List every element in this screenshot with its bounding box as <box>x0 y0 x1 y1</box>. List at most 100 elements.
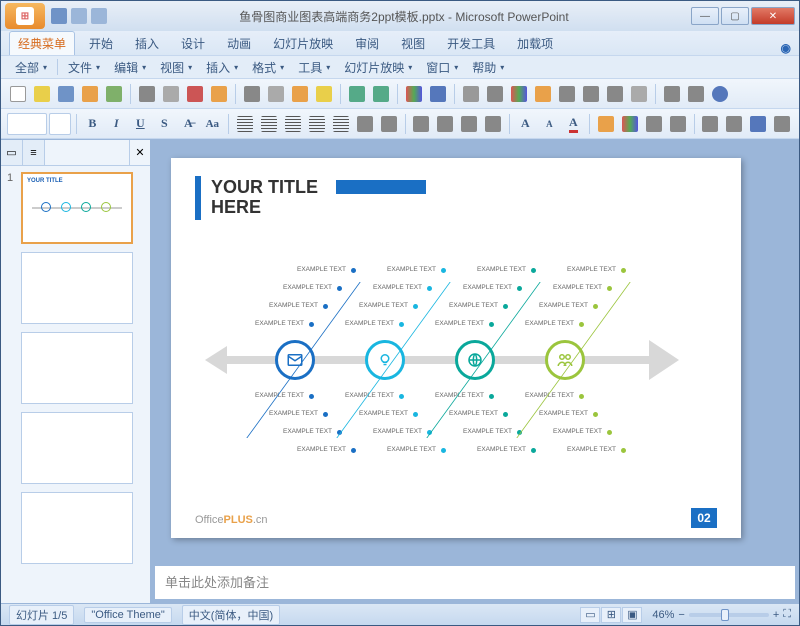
chart-button[interactable] <box>403 83 425 105</box>
qat-redo-icon[interactable] <box>91 8 107 24</box>
show-button[interactable] <box>580 83 602 105</box>
italic-button[interactable]: I <box>105 113 127 135</box>
quickstyle-button[interactable] <box>667 113 689 135</box>
thumbnail-item[interactable] <box>7 252 144 324</box>
undo-button[interactable] <box>346 83 368 105</box>
bold-button[interactable]: B <box>81 113 103 135</box>
underline-button[interactable]: U <box>129 113 151 135</box>
help-button[interactable] <box>709 83 731 105</box>
select-button[interactable] <box>747 113 769 135</box>
menu-slideshow[interactable]: 幻灯片放映 <box>338 57 418 78</box>
menu-file[interactable]: 文件 <box>62 57 106 78</box>
maximize-button[interactable]: ▢ <box>721 7 749 25</box>
minimize-button[interactable]: — <box>691 7 719 25</box>
font-combo[interactable] <box>7 113 47 135</box>
new-slide-button[interactable] <box>532 83 554 105</box>
align-left-button[interactable] <box>234 113 256 135</box>
tab-developer[interactable]: 开发工具 <box>439 32 503 55</box>
menu-window[interactable]: 窗口 <box>420 57 464 78</box>
hyperlink-button[interactable] <box>427 83 449 105</box>
email-button[interactable] <box>103 83 125 105</box>
normal-view-button[interactable]: ▭ <box>580 607 600 623</box>
borders-button[interactable] <box>484 83 506 105</box>
indent-dec-button[interactable] <box>458 113 480 135</box>
thumbnail-item[interactable] <box>7 332 144 404</box>
thumbnail-item[interactable] <box>7 412 144 484</box>
menu-view[interactable]: 视图 <box>154 57 198 78</box>
office-button[interactable]: ⊞ <box>5 3 45 29</box>
preview-button[interactable] <box>160 83 182 105</box>
color-button[interactable] <box>685 83 707 105</box>
tv-button[interactable] <box>604 83 626 105</box>
tab-home[interactable]: 开始 <box>81 32 121 55</box>
slideshow-view-button[interactable]: ▣ <box>622 607 642 623</box>
arrange-button[interactable] <box>643 113 665 135</box>
qat-undo-icon[interactable] <box>71 8 87 24</box>
open-button[interactable] <box>31 83 53 105</box>
thumbnail-item[interactable] <box>7 492 144 564</box>
research-button[interactable] <box>208 83 230 105</box>
slide-stage[interactable]: YOUR TITLE HERE EXAMPLE TEXTEXAMPLE TEXT… <box>151 140 799 565</box>
tab-view[interactable]: 视图 <box>393 32 433 55</box>
textdir-button[interactable] <box>378 113 400 135</box>
outline-tab[interactable]: ≡ <box>23 140 45 165</box>
permission-button[interactable] <box>79 83 101 105</box>
table-button[interactable] <box>460 83 482 105</box>
linespacing-button[interactable] <box>354 113 376 135</box>
align-justify-button[interactable] <box>306 113 328 135</box>
sorter-view-button[interactable]: ⊞ <box>601 607 621 623</box>
fontsize-combo[interactable] <box>49 113 71 135</box>
menu-format[interactable]: 格式 <box>246 57 290 78</box>
misc-button[interactable] <box>771 113 793 135</box>
fit-button[interactable]: ⛶ <box>783 608 791 621</box>
notes-pane[interactable]: 单击此处添加备注 <box>155 565 795 599</box>
changecase-button[interactable]: Aa <box>201 113 223 135</box>
shadow-button[interactable]: S <box>153 113 175 135</box>
paste-button[interactable] <box>289 83 311 105</box>
close-button[interactable]: ✕ <box>751 7 795 25</box>
cut-button[interactable] <box>241 83 263 105</box>
new-button[interactable] <box>7 83 29 105</box>
tab-classic[interactable]: 经典菜单 <box>9 31 75 55</box>
numbering-button[interactable] <box>410 113 432 135</box>
indent-inc-button[interactable] <box>482 113 504 135</box>
zoom-button[interactable] <box>661 83 683 105</box>
thumbnail-item[interactable]: 1 YOUR TITLE <box>7 172 144 244</box>
chart2-button[interactable] <box>508 83 530 105</box>
panel-close[interactable]: ✕ <box>130 140 150 165</box>
slides-tab[interactable]: ▭ <box>1 140 23 165</box>
grow-font-button[interactable]: A <box>514 113 536 135</box>
qat-save-icon[interactable] <box>51 8 67 24</box>
shape-button[interactable] <box>595 113 617 135</box>
redo-button[interactable] <box>370 83 392 105</box>
menu-insert[interactable]: 插入 <box>200 57 244 78</box>
tab-animations[interactable]: 动画 <box>219 32 259 55</box>
status-language[interactable]: 中文(简体，中国) <box>182 605 280 625</box>
strike-button[interactable]: A̶ <box>177 113 199 135</box>
zoom-out-button[interactable]: − <box>678 609 684 621</box>
align-right-button[interactable] <box>282 113 304 135</box>
print-button[interactable] <box>136 83 158 105</box>
format-painter-button[interactable] <box>313 83 335 105</box>
tab-design[interactable]: 设计 <box>173 32 213 55</box>
zoom-in-button[interactable]: + <box>773 609 779 621</box>
chart3-button[interactable] <box>619 113 641 135</box>
replace-button[interactable] <box>723 113 745 135</box>
tab-slideshow[interactable]: 幻灯片放映 <box>265 32 341 55</box>
copy-button[interactable] <box>265 83 287 105</box>
slide-canvas[interactable]: YOUR TITLE HERE EXAMPLE TEXTEXAMPLE TEXT… <box>171 158 741 538</box>
find-button[interactable] <box>699 113 721 135</box>
spell-button[interactable] <box>184 83 206 105</box>
menu-edit[interactable]: 编辑 <box>108 57 152 78</box>
menu-all[interactable]: 全部 <box>9 57 53 78</box>
layout-button[interactable] <box>556 83 578 105</box>
grid-button[interactable] <box>628 83 650 105</box>
save-button[interactable] <box>55 83 77 105</box>
menu-help[interactable]: 帮助 <box>466 57 510 78</box>
tab-insert[interactable]: 插入 <box>127 32 167 55</box>
zoom-slider[interactable] <box>689 613 769 617</box>
tab-addins[interactable]: 加载项 <box>509 32 561 55</box>
align-center-button[interactable] <box>258 113 280 135</box>
tab-review[interactable]: 审阅 <box>347 32 387 55</box>
menu-tools[interactable]: 工具 <box>292 57 336 78</box>
